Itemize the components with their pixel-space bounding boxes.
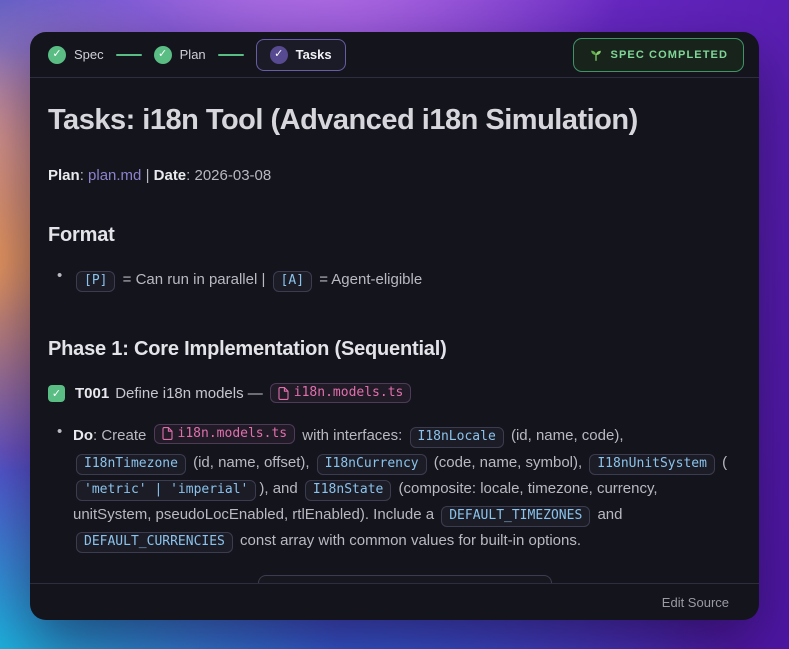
task-t001-row: ✓ T001 Define i18n models — i18n.models.… xyxy=(48,383,741,404)
task-id: T001 xyxy=(75,385,109,402)
text-run: = Can run in parallel | xyxy=(118,271,269,288)
inline-code-chip: DEFAULT_TIMEZONES xyxy=(441,506,590,527)
format-heading: Format xyxy=(48,224,741,247)
text-run: ), and xyxy=(259,480,302,497)
seedling-icon xyxy=(589,48,603,62)
plan-link[interactable]: plan.md xyxy=(88,167,141,184)
check-circle-icon: ✓ xyxy=(154,46,172,64)
inline-code-chip: DEFAULT_CURRENCIES xyxy=(76,532,233,553)
text-run: (id, name, offset), xyxy=(189,454,314,471)
document-icon xyxy=(162,427,173,440)
tasks-document[interactable]: Tasks: i18n Tool (Advanced i18n Simulati… xyxy=(30,78,759,583)
plan-separator: : xyxy=(80,167,88,184)
text-run: ( xyxy=(718,454,727,471)
file-chip-label: i18n.models.ts xyxy=(178,426,288,443)
bullet-icon: • xyxy=(48,423,73,554)
task-do-item: • Do: Create i18n.models.ts with interfa… xyxy=(48,423,741,554)
step-connector xyxy=(116,54,142,56)
step-tasks[interactable]: ✓ Tasks xyxy=(256,39,346,71)
inline-code-chip: [A] xyxy=(273,271,312,292)
text-run: (id, name, code), xyxy=(507,427,624,444)
text-run: : Create xyxy=(93,427,151,444)
text-run: and xyxy=(593,506,622,523)
inline-code-chip: [P] xyxy=(76,271,115,292)
page-title: Tasks: i18n Tool (Advanced i18n Simulati… xyxy=(48,104,741,137)
step-spec-label: Spec xyxy=(74,47,104,62)
step-plan[interactable]: ✓ Plan xyxy=(154,46,206,64)
check-circle-icon: ✓ xyxy=(48,46,66,64)
file-chip[interactable]: i18n.models.ts xyxy=(154,424,296,445)
inline-code-chip: I18nUnitSystem xyxy=(589,454,715,475)
date-label: Date xyxy=(154,167,187,184)
inline-code-chip: I18nLocale xyxy=(410,427,504,448)
card-header: ✓ Spec ✓ Plan ✓ Tasks SPEC COMPLETED xyxy=(30,32,759,78)
bold-text: Do xyxy=(73,427,93,444)
task-checkbox-checked[interactable]: ✓ xyxy=(48,385,65,402)
document-icon xyxy=(278,387,289,400)
file-chip[interactable]: i18n.models.ts xyxy=(270,383,412,404)
inline-code-chip: I18nCurrency xyxy=(317,454,427,475)
card-footer: Edit Source xyxy=(30,583,759,620)
step-spec[interactable]: ✓ Spec xyxy=(48,46,104,64)
text-run: (code, name, symbol), xyxy=(430,454,587,471)
format-legend-text: [P] = Can run in parallel | [A] = Agent-… xyxy=(73,267,741,293)
inline-code-chip: I18nTimezone xyxy=(76,454,186,475)
task-do-text: Do: Create i18n.models.ts with interface… xyxy=(73,423,741,554)
tasks-card: ✓ Spec ✓ Plan ✓ Tasks SPEC COMPLETED xyxy=(30,32,759,620)
inline-code-chip: 'metric' | 'imperial' xyxy=(76,480,256,501)
spec-completed-badge: SPEC COMPLETED xyxy=(573,38,744,72)
step-tasks-label: Tasks xyxy=(296,47,332,62)
bullet-icon: • xyxy=(48,267,73,293)
step-plan-label: Plan xyxy=(180,47,206,62)
step-connector xyxy=(218,54,244,56)
file-chip-label: i18n.models.ts xyxy=(294,385,404,402)
text-run: const array with common values for built… xyxy=(236,532,581,549)
check-circle-icon: ✓ xyxy=(270,46,288,64)
meta-divider: | xyxy=(141,167,153,184)
meta-line: Plan: plan.md | Date: 2026-03-08 xyxy=(48,167,741,184)
edit-source-link[interactable]: Edit Source xyxy=(662,595,729,610)
workflow-stepper: ✓ Spec ✓ Plan ✓ Tasks xyxy=(48,39,346,71)
text-run: with interfaces: xyxy=(298,427,406,444)
date-value: : 2026-03-08 xyxy=(186,167,271,184)
task-title: Define i18n models — xyxy=(115,385,263,402)
plan-label: Plan xyxy=(48,167,80,184)
text-run: = Agent-eligible xyxy=(315,271,422,288)
phase1-heading: Phase 1: Core Implementation (Sequential… xyxy=(48,338,741,361)
next-block-peek xyxy=(258,575,552,583)
badge-label: SPEC COMPLETED xyxy=(611,49,728,61)
format-legend-item: • [P] = Can run in parallel | [A] = Agen… xyxy=(48,267,741,293)
inline-code-chip: I18nState xyxy=(305,480,391,501)
